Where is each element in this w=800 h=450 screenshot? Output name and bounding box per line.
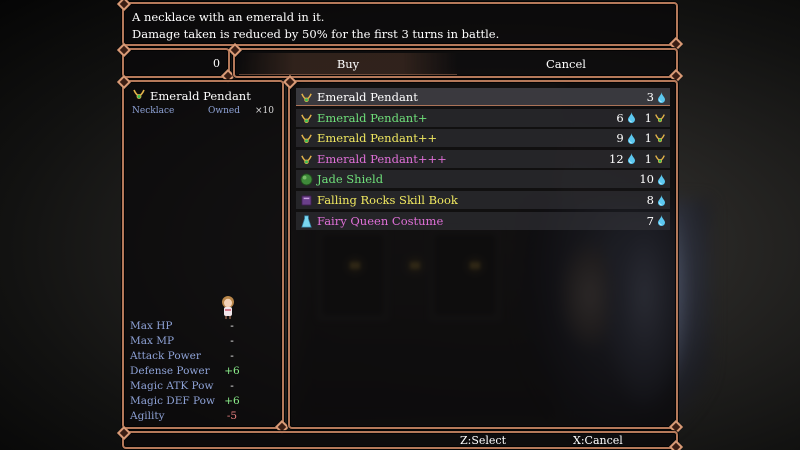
stat-value: - (230, 320, 234, 332)
stat-value: - (230, 335, 234, 347)
necklace-icon (300, 91, 313, 104)
item-price: 12 1 (609, 150, 666, 168)
item-name: Emerald Pendant++ (317, 131, 438, 146)
price-value: 3 (646, 90, 654, 104)
shop-item-row[interactable]: Emerald Pendant++ 9 1 (296, 129, 670, 148)
select-hint: Z:Select (460, 434, 507, 447)
water-drop-icon (657, 173, 666, 185)
stat-label: Attack Power (130, 350, 201, 362)
selected-item-title: Emerald Pendant (132, 87, 251, 104)
shop-item-row[interactable]: Falling Rocks Skill Book 8 (296, 191, 670, 209)
necklace-icon (654, 153, 666, 165)
water-drop-icon (657, 91, 666, 103)
item-cost-count: 1 (644, 131, 652, 146)
secondary-cost: 1 (645, 150, 666, 168)
book-icon (300, 194, 313, 207)
stat-row: Max HP - (130, 319, 280, 334)
water-drop-icon (627, 153, 636, 165)
stat-value: +6 (224, 365, 240, 377)
item-price: 3 (647, 88, 666, 106)
necklace-icon (132, 87, 146, 104)
item-price: 10 (639, 170, 666, 188)
stat-row: Magic DEF Pow +6 (130, 394, 280, 409)
selected-item-name: Emerald Pendant (150, 88, 251, 103)
owned-label: Owned (208, 106, 240, 116)
stat-list: Max HP - Max MP - Attack Power - Defense Power… (130, 319, 280, 424)
shop-item-row[interactable]: Emerald Pendant 3 (296, 88, 670, 106)
shop-item-row[interactable]: Emerald Pendant+ 6 1 (296, 108, 670, 127)
price-value: 8 (646, 193, 654, 207)
owned-count: ×10 (255, 106, 274, 116)
stat-row: Attack Power - (130, 349, 280, 364)
item-status-window: Emerald Pendant Necklace Owned ×10 Max H… (122, 80, 284, 429)
cancel-hint: X:Cancel (573, 434, 623, 447)
item-name: Emerald Pendant+++ (317, 151, 447, 166)
buy-button[interactable]: Buy (239, 53, 457, 75)
item-price: 8 (647, 191, 666, 209)
stat-label: Magic ATK Pow (130, 380, 214, 392)
secondary-cost: 1 (645, 129, 666, 147)
stat-row: Agility -5 (130, 409, 280, 424)
necklace-icon (300, 132, 313, 145)
stat-row: Max MP - (130, 334, 280, 349)
item-name: Emerald Pendant+ (317, 110, 428, 125)
shop-item-row[interactable]: Jade Shield 10 (296, 170, 670, 189)
stat-value: - (230, 350, 234, 362)
button-hint-bar: Z:Select X:Cancel (122, 431, 678, 449)
shield-icon (300, 173, 313, 186)
stat-row: Defense Power +6 (130, 364, 280, 379)
price-value: 12 (609, 151, 624, 166)
cancel-button[interactable]: Cancel (457, 53, 675, 75)
price-value: 9 (616, 131, 624, 146)
stat-value: - (230, 380, 234, 392)
shop-item-row[interactable]: Fairy Queen Costume 7 (296, 211, 670, 230)
item-price: 61 (616, 109, 666, 127)
stat-label: Agility (130, 410, 165, 422)
necklace-icon (300, 112, 313, 125)
shop-item-row[interactable]: Emerald Pendant+++ 12 1 (296, 149, 670, 168)
stat-label: Max MP (130, 335, 175, 347)
item-cost-count: 1 (644, 151, 652, 166)
necklace-icon (654, 132, 666, 144)
stat-value: +6 (224, 395, 240, 407)
shop-item-list: Emerald Pendant 3 Emerald Pendant+ 6 1 Emeral… (288, 80, 678, 429)
gold-window: 0 (122, 48, 230, 78)
command-window: Buy Cancel (233, 48, 678, 78)
help-line-1: A necklace with an emerald in it. (132, 10, 325, 24)
item-name: Emerald Pendant (317, 90, 418, 104)
water-drop-icon (657, 194, 666, 206)
help-line-2: Damage taken is reduced by 50% for the f… (132, 27, 500, 41)
stat-label: Defense Power (130, 365, 210, 377)
water-drop-icon (627, 112, 636, 124)
stat-row: Magic ATK Pow - (130, 379, 280, 394)
water-drop-icon (657, 215, 666, 227)
necklace-icon (300, 153, 313, 166)
price-value: 10 (639, 172, 654, 187)
stat-label: Magic DEF Pow (130, 395, 215, 407)
character-sprite-icon (220, 295, 236, 319)
item-category: Necklace (132, 106, 175, 116)
item-name: Fairy Queen Costume (317, 213, 444, 228)
price-value: 6 (616, 110, 624, 125)
item-price: 91 (616, 129, 666, 147)
item-price: 7 (647, 212, 666, 230)
stat-label: Max HP (130, 320, 173, 332)
gold-value: 0 (213, 57, 220, 70)
item-name: Falling Rocks Skill Book (317, 193, 458, 207)
secondary-cost: 1 (645, 109, 666, 127)
item-name: Jade Shield (317, 172, 384, 187)
stat-value: -5 (226, 410, 238, 422)
necklace-icon (654, 112, 666, 124)
dress-icon (300, 215, 313, 228)
water-drop-icon (627, 132, 636, 144)
help-window: A necklace with an emerald in it. Damage… (122, 2, 678, 46)
price-value: 7 (646, 213, 654, 228)
item-cost-count: 1 (644, 110, 652, 125)
